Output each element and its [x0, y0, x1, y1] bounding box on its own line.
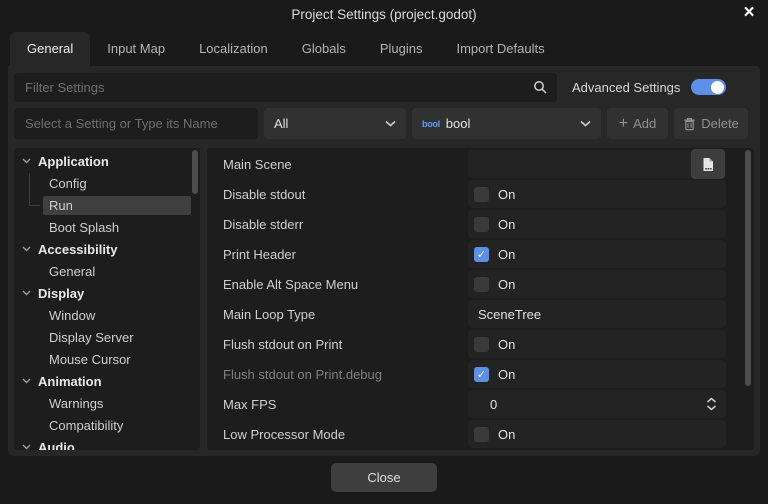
chevron-down-icon [22, 246, 31, 252]
add-button-label: Add [633, 116, 656, 131]
main-loop-type-field[interactable]: SceneTree [468, 300, 726, 328]
setting-row-disable-stdout: Disable stdout On [207, 179, 754, 209]
flush-stdout-on-print-debug-checkbox[interactable]: ✓ [474, 367, 489, 382]
setting-row-enable-alt-space-menu: Enable Alt Space Menu On [207, 269, 754, 299]
setting-row-print-header: Print Header ✓ On [207, 239, 754, 269]
chevron-down-icon [385, 120, 396, 127]
setting-row-main-loop-type: Main Loop Type SceneTree [207, 299, 754, 329]
close-icon[interactable]: × [739, 2, 759, 24]
disable-stderr-checkbox[interactable] [474, 217, 489, 232]
tab-globals[interactable]: Globals [285, 32, 363, 66]
main-scene-value-field[interactable] [468, 150, 726, 178]
file-icon [701, 157, 715, 172]
low-processor-mode-checkbox[interactable] [474, 427, 489, 442]
settings-scrollbar[interactable] [745, 150, 751, 386]
chevron-down-icon [22, 290, 31, 296]
tree-guide-line [29, 205, 40, 206]
project-settings-dialog: Project Settings (project.godot) × Gener… [0, 0, 768, 504]
add-button[interactable]: + Add [607, 108, 668, 139]
close-button[interactable]: Close [331, 463, 437, 492]
chevron-down-icon [22, 444, 31, 450]
pick-scene-file-button[interactable] [691, 149, 725, 179]
bool-type-icon: bool [422, 119, 440, 129]
advanced-settings-toggle[interactable] [691, 79, 726, 95]
category-tree: Application Config Run Boot Splash Acces… [14, 148, 200, 450]
flush-stdout-on-print-checkbox[interactable] [474, 337, 489, 352]
chevron-down-icon [22, 158, 31, 164]
tree-item-animation[interactable]: Animation [14, 370, 200, 392]
tree-item-accessibility[interactable]: Accessibility [14, 238, 200, 260]
tree-item-accessibility-general[interactable]: General [14, 260, 200, 282]
chevron-down-icon [22, 378, 31, 384]
filter-input-wrap [14, 73, 557, 102]
tree-item-application[interactable]: Application [14, 150, 200, 172]
enable-alt-space-menu-checkbox[interactable] [474, 277, 489, 292]
tab-plugins[interactable]: Plugins [363, 32, 440, 66]
window-title: Project Settings (project.godot) [291, 7, 476, 22]
tab-general[interactable]: General [10, 32, 90, 66]
type-dropdown[interactable]: bool bool [412, 108, 601, 139]
setting-name-input[interactable] [14, 108, 258, 139]
tree-item-config[interactable]: Config [14, 172, 200, 194]
check-icon: ✓ [477, 247, 486, 262]
tree-item-warnings[interactable]: Warnings [14, 392, 200, 414]
type-dropdown-value: bool [446, 116, 471, 131]
setting-row-max-fps: Max FPS 0 [207, 389, 754, 419]
tree-item-boot-splash[interactable]: Boot Splash [14, 216, 200, 238]
tree-item-display[interactable]: Display [14, 282, 200, 304]
tree-item-audio[interactable]: Audio [14, 436, 200, 450]
settings-split-view: Application Config Run Boot Splash Acces… [14, 148, 754, 450]
tab-localization[interactable]: Localization [182, 32, 285, 66]
add-setting-toolbar: All bool bool + Add [14, 108, 754, 139]
tab-import-defaults[interactable]: Import Defaults [439, 32, 561, 66]
title-bar: Project Settings (project.godot) × [0, 0, 768, 28]
setting-row-flush-stdout-on-print-debug: Flush stdout on Print.debug ✓ On [207, 359, 754, 389]
filter-row: Advanced Settings [14, 72, 754, 102]
trash-icon [683, 117, 696, 131]
settings-list: Main Scene [207, 148, 754, 450]
tree-item-compatibility[interactable]: Compatibility [14, 414, 200, 436]
tree-item-display-server[interactable]: Display Server [14, 326, 200, 348]
general-tab-panel: Advanced Settings All bool bool [8, 66, 760, 456]
delete-button[interactable]: Delete [674, 108, 748, 139]
check-icon: ✓ [477, 367, 486, 382]
tab-bar: General Input Map Localization Globals P… [0, 28, 768, 66]
tree-item-run[interactable]: Run [14, 194, 200, 216]
toggle-knob [711, 81, 724, 94]
sidebar-scrollbar[interactable] [192, 150, 198, 194]
setting-row-disable-stderr: Disable stderr On [207, 209, 754, 239]
delete-button-label: Delete [701, 116, 739, 131]
category-dropdown-value: All [274, 116, 288, 131]
disable-stdout-checkbox[interactable] [474, 187, 489, 202]
max-fps-spinbox[interactable]: 0 [468, 390, 726, 418]
setting-row-flush-stdout-on-print: Flush stdout on Print On [207, 329, 754, 359]
chevron-down-icon [580, 120, 591, 127]
tree-item-mouse-cursor[interactable]: Mouse Cursor [14, 348, 200, 370]
setting-row-main-scene: Main Scene [207, 149, 754, 179]
tree-item-window[interactable]: Window [14, 304, 200, 326]
tab-input-map[interactable]: Input Map [90, 32, 182, 66]
category-dropdown[interactable]: All [264, 108, 406, 139]
print-header-checkbox[interactable]: ✓ [474, 247, 489, 262]
advanced-settings-label: Advanced Settings [572, 80, 680, 95]
search-icon [533, 80, 548, 95]
spinbox-updown-icon[interactable] [706, 397, 717, 411]
filter-settings-input[interactable] [14, 73, 557, 102]
setting-row-low-processor-mode: Low Processor Mode On [207, 419, 754, 449]
tree-guide-line [29, 173, 30, 205]
plus-icon: + [619, 117, 628, 131]
